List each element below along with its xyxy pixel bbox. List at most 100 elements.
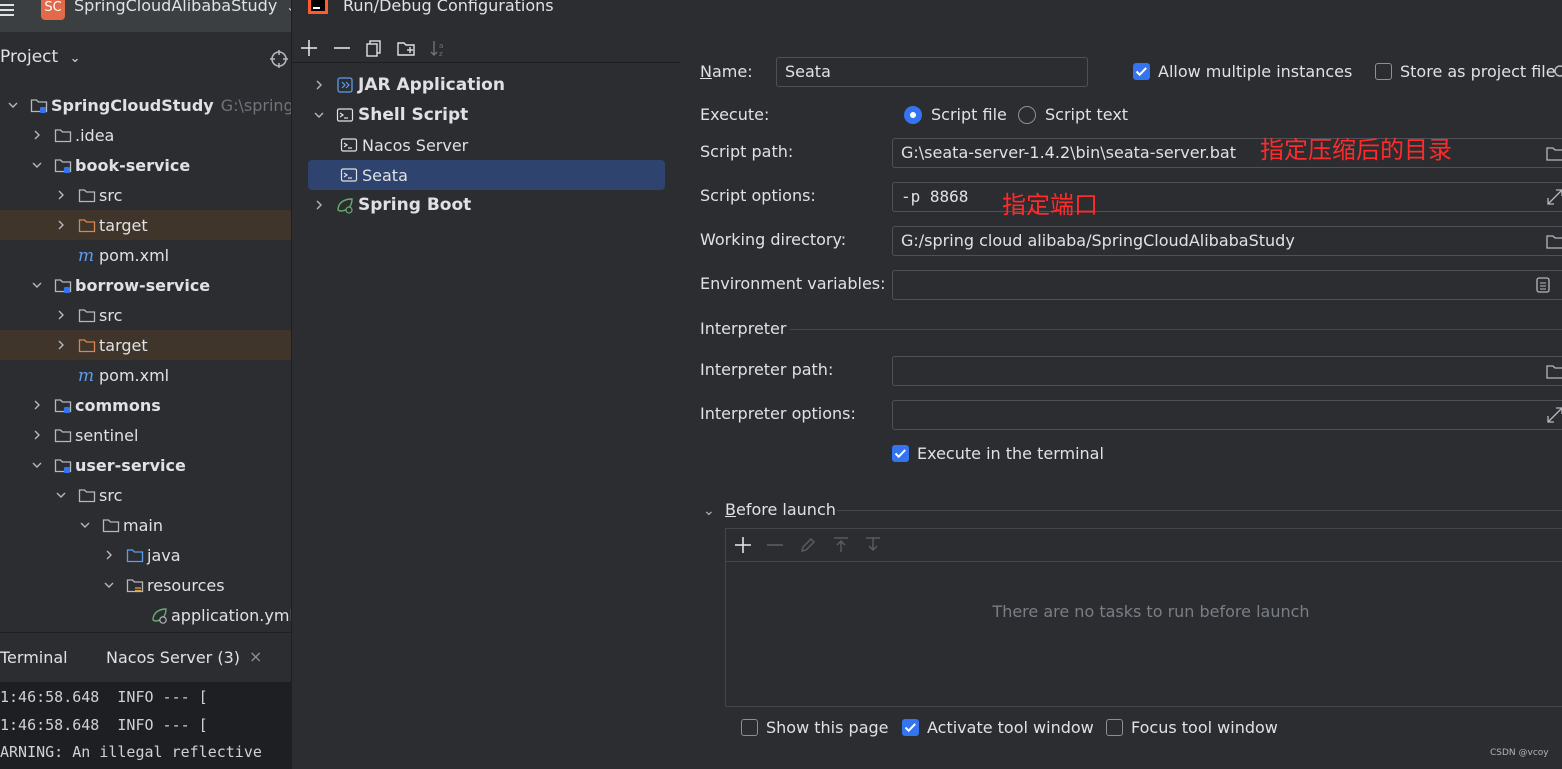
script-text-radio[interactable]	[1018, 106, 1036, 124]
name-field[interactable]: Seata	[776, 57, 1088, 87]
chevron-down-icon[interactable]	[78, 518, 92, 532]
move-up-icon[interactable]	[831, 535, 851, 555]
tree-item[interactable]: src	[0, 300, 291, 330]
interpreter-options-field[interactable]	[892, 400, 1562, 430]
interpreter-path-label: Interpreter path:	[700, 360, 834, 379]
allow-multiple-checkbox[interactable]	[1133, 63, 1150, 80]
folder-icon	[102, 519, 120, 533]
expand-icon[interactable]	[1546, 406, 1562, 424]
project-badge[interactable]: SC	[41, 0, 65, 20]
chevron-right-icon[interactable]	[102, 548, 116, 562]
before-launch-toggle[interactable]: ⌄	[703, 500, 715, 519]
interpreter-section-title: Interpreter	[700, 319, 787, 338]
chevron-down-icon[interactable]	[54, 488, 68, 502]
tab-nacos-server-session[interactable]: Nacos Server (3)	[106, 648, 240, 667]
tree-item[interactable]: src	[0, 480, 291, 510]
config-item[interactable]: JAR Application	[308, 70, 665, 100]
tree-item[interactable]: SpringCloudStudy G:\spring c	[0, 90, 291, 120]
script-path-field[interactable]: G:\seata-server-1.4.2\bin\seata-server.b…	[892, 138, 1562, 168]
edit-env-vars-icon[interactable]	[1534, 276, 1552, 294]
chevron-down-icon[interactable]	[30, 278, 44, 292]
tree-item[interactable]: m pom.xml	[0, 240, 291, 270]
interpreter-path-field[interactable]	[892, 356, 1562, 386]
chevron-right-icon[interactable]	[30, 428, 44, 442]
browse-folder-icon[interactable]	[1546, 232, 1562, 250]
expand-icon[interactable]	[1546, 188, 1562, 206]
tree-item[interactable]: borrow-service	[0, 270, 291, 300]
chevron-right-icon[interactable]	[312, 198, 326, 212]
chevron-right-icon[interactable]	[312, 78, 326, 92]
chevron-down-icon[interactable]	[312, 108, 326, 122]
show-this-page-checkbox[interactable]	[741, 719, 758, 736]
browse-folder-icon[interactable]	[1546, 362, 1562, 380]
script-options-field[interactable]: -p 8868	[892, 182, 1562, 212]
before-launch-empty-message: There are no tasks to run before launch	[992, 602, 1310, 621]
main-title-bar: SC SpringCloudAlibabaStudy ⌄	[0, 0, 291, 32]
tab-terminal[interactable]: Terminal	[0, 648, 68, 667]
tree-item[interactable]: resources	[0, 570, 291, 600]
config-item[interactable]: Spring Boot	[308, 190, 665, 220]
store-as-project-file-checkbox[interactable]	[1375, 63, 1392, 80]
remove-icon[interactable]	[332, 38, 352, 58]
edit-icon[interactable]	[798, 535, 818, 555]
tree-item[interactable]: target	[0, 210, 291, 240]
execute-in-terminal-checkbox[interactable]	[892, 445, 909, 462]
tree-item[interactable]: m pom.xml	[0, 360, 291, 390]
hamburger-menu-icon[interactable]	[0, 2, 16, 18]
tree-item-label: target	[99, 335, 148, 355]
close-icon[interactable]: ×	[249, 647, 262, 666]
tree-item[interactable]: java	[0, 540, 291, 570]
chevron-down-icon[interactable]	[30, 458, 44, 472]
add-icon[interactable]	[733, 535, 753, 555]
browse-folder-icon[interactable]	[1546, 144, 1562, 162]
project-switcher[interactable]: SpringCloudAlibabaStudy ⌄	[74, 0, 291, 15]
config-item[interactable]: Seata	[308, 160, 665, 190]
activate-tool-window-checkbox[interactable]	[902, 719, 919, 736]
chevron-right-icon[interactable]	[30, 128, 44, 142]
tree-item[interactable]: commons	[0, 390, 291, 420]
folder-icon	[54, 129, 72, 143]
sort-icon[interactable]: az	[429, 38, 449, 58]
remove-icon[interactable]	[765, 535, 785, 555]
project-view-selector[interactable]: Project ⌄	[0, 47, 80, 67]
chevron-right-icon[interactable]	[54, 218, 68, 232]
tree-item[interactable]: book-service	[0, 150, 291, 180]
chevron-down-icon[interactable]	[102, 578, 116, 592]
chevron-right-icon[interactable]	[54, 338, 68, 352]
chevron-down-icon[interactable]	[6, 98, 20, 112]
move-down-icon[interactable]	[863, 535, 883, 555]
jar-icon	[337, 77, 353, 93]
locate-file-icon[interactable]	[269, 49, 289, 69]
config-item-label: Nacos Server	[362, 135, 469, 155]
working-directory-field[interactable]: G:/spring cloud alibaba/SpringCloudAliba…	[892, 226, 1562, 256]
tree-item-label: resources	[147, 575, 225, 595]
tree-item[interactable]: application.yml	[0, 600, 291, 630]
tree-item-label: sentinel	[75, 425, 139, 445]
config-item[interactable]: Nacos Server	[308, 130, 665, 160]
config-item[interactable]: Shell Script	[308, 100, 665, 130]
before-launch-panel: There are no tasks to run before launch	[725, 528, 1562, 707]
watermark: CSDN @vcoy	[1490, 748, 1549, 758]
tree-item[interactable]: src	[0, 180, 291, 210]
environment-variables-field[interactable]	[892, 270, 1562, 300]
configuration-list-panel: Run/Debug Configurations az JAR Applicat…	[291, 0, 682, 769]
tree-item[interactable]: sentinel	[0, 420, 291, 450]
new-folder-icon[interactable]	[396, 38, 416, 58]
chevron-right-icon[interactable]	[30, 398, 44, 412]
chevron-down-icon[interactable]	[30, 158, 44, 172]
focus-tool-window-checkbox[interactable]	[1106, 719, 1123, 736]
working-directory-label: Working directory:	[700, 230, 847, 249]
tree-item[interactable]: user-service	[0, 450, 291, 480]
chevron-right-icon[interactable]	[54, 188, 68, 202]
settings-icon[interactable]	[1552, 63, 1562, 79]
terminal-output[interactable]: 1:46:58.648 INFO --- [ 1:46:58.648 INFO …	[0, 682, 291, 769]
copy-icon[interactable]	[364, 38, 384, 58]
tree-item[interactable]: target	[0, 330, 291, 360]
folder-icon	[78, 309, 96, 323]
tree-item[interactable]: .idea	[0, 120, 291, 150]
tree-item[interactable]: main	[0, 510, 291, 540]
script-file-radio[interactable]	[904, 106, 922, 124]
add-icon[interactable]	[299, 38, 319, 58]
module-icon	[54, 159, 72, 173]
chevron-right-icon[interactable]	[54, 308, 68, 322]
